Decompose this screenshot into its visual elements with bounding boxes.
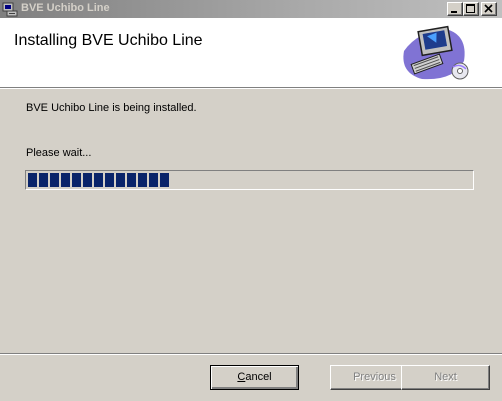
computer-installer-icon bbox=[403, 25, 469, 80]
progress-block bbox=[116, 173, 125, 187]
cancel-button[interactable]: Cancel bbox=[210, 365, 299, 390]
progress-block bbox=[160, 173, 169, 187]
progress-block bbox=[72, 173, 81, 187]
maximize-icon bbox=[466, 4, 475, 13]
progress-bar bbox=[25, 170, 474, 190]
window-title: BVE Uchibo Line bbox=[21, 2, 110, 14]
progress-block bbox=[94, 173, 103, 187]
progress-block bbox=[39, 173, 48, 187]
minimize-button[interactable] bbox=[447, 2, 463, 16]
progress-block bbox=[83, 173, 92, 187]
progress-block bbox=[138, 173, 147, 187]
progress-block bbox=[105, 173, 114, 187]
wizard-header: Installing BVE Uchibo Line bbox=[0, 18, 502, 88]
progress-block bbox=[127, 173, 136, 187]
cancel-label: ancel bbox=[245, 371, 272, 383]
maximize-button[interactable] bbox=[463, 2, 479, 16]
page-title: Installing BVE Uchibo Line bbox=[14, 32, 203, 49]
progress-fill bbox=[28, 173, 169, 187]
minimize-icon bbox=[451, 11, 457, 13]
footer-divider bbox=[0, 353, 502, 355]
installer-app-icon bbox=[2, 2, 18, 17]
next-button[interactable]: Next bbox=[401, 365, 490, 390]
title-bar[interactable]: BVE Uchibo Line bbox=[0, 0, 502, 18]
close-icon bbox=[484, 4, 493, 13]
status-text: BVE Uchibo Line is being installed. bbox=[26, 102, 197, 114]
installer-window: BVE Uchibo Line Installing BVE Uchibo Li… bbox=[0, 0, 502, 401]
close-button[interactable] bbox=[481, 2, 497, 16]
progress-block bbox=[50, 173, 59, 187]
progress-block bbox=[61, 173, 70, 187]
header-separator bbox=[0, 88, 502, 89]
progress-block bbox=[149, 173, 158, 187]
progress-block bbox=[28, 173, 37, 187]
wait-text: Please wait... bbox=[26, 147, 92, 159]
